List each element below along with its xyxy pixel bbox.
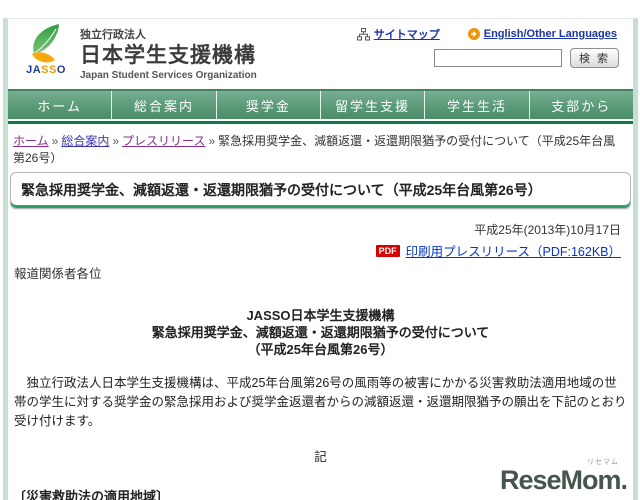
breadcrumb-separator: » xyxy=(51,134,59,148)
search-button[interactable]: 検 索 xyxy=(569,48,619,68)
org-type-label: 独立行政法人 xyxy=(80,29,146,41)
nav-item-branches[interactable]: 支部から xyxy=(528,91,633,119)
global-nav: ホーム 総合案内 奨学金 留学生支援 学生生活 支部から xyxy=(8,89,633,119)
pdf-icon: PDF xyxy=(375,244,400,257)
site-header: JASSO 独立行政法人 日本学生支援機構 Japan Student Serv… xyxy=(8,19,633,89)
page-title: 緊急採用奨学金、減額返還・返還期限猶予の受付について（平成25年台風第26号） xyxy=(10,172,631,209)
document-heading-line3: （平成25年台風第26号） xyxy=(247,341,394,357)
breadcrumb: ホーム» 総合案内» プレスリリース» 緊急採用奨学金、減額返還・返還期限猶予の受付に… xyxy=(8,124,633,166)
breadcrumb-separator: » xyxy=(112,134,120,148)
breadcrumb-link-home[interactable]: ホーム xyxy=(13,134,49,148)
english-languages-link-label: English/Other Languages xyxy=(483,28,617,40)
breadcrumb-separator: » xyxy=(208,134,216,148)
document-heading-line2: 緊急採用奨学金、減額返還・返還期限猶予の受付について xyxy=(151,324,490,340)
document-body-paragraph: 独立行政法人日本学生支援機構は、平成25年台風第26号の風雨等の被害にかかる災害… xyxy=(14,375,627,429)
org-name-label: 日本学生支援機構 xyxy=(80,43,256,67)
sitemap-link[interactable]: サイトマップ xyxy=(356,26,440,42)
search-area: 検 索 xyxy=(433,48,619,68)
publish-date: 平成25年(2013年)10月17日 xyxy=(474,223,621,237)
salutation: 報道関係者各位 xyxy=(14,267,102,281)
sitemap-link-label: サイトマップ xyxy=(373,29,440,41)
jasso-logo-text: JASSO xyxy=(26,64,66,76)
nav-item-international-support[interactable]: 留学生支援 xyxy=(319,91,424,119)
resemom-logo-text: ReseMom. xyxy=(499,465,628,495)
nav-item-student-life[interactable]: 学生生活 xyxy=(424,91,528,119)
nav-item-home[interactable]: ホーム xyxy=(8,91,111,119)
breadcrumb-link-press-release[interactable]: プレスリリース xyxy=(122,134,205,148)
nav-item-general-info[interactable]: 総合案内 xyxy=(111,91,215,119)
document-heading-line1: JASSO日本学生支援機構 xyxy=(246,308,395,323)
jasso-logo[interactable]: JASSO xyxy=(16,23,76,76)
breadcrumb-link-general-info[interactable]: 総合案内 xyxy=(61,134,109,148)
arrow-circle-icon xyxy=(467,28,480,40)
org-names: 独立行政法人 日本学生支援機構 Japan Student Services O… xyxy=(80,29,257,81)
header-utility-links: サイトマップ English/Other Languages xyxy=(356,26,617,42)
sitemap-icon xyxy=(356,27,370,41)
resemom-watermark: リセマム ReseMom. xyxy=(499,457,628,495)
english-languages-link[interactable]: English/Other Languages xyxy=(467,28,617,40)
press-release-pdf-link[interactable]: 印刷用プレスリリース（PDF:162KB） xyxy=(406,241,621,260)
pdf-line: PDF 印刷用プレスリリース（PDF:162KB） xyxy=(8,241,633,260)
page-container: JASSO 独立行政法人 日本学生支援機構 Japan Student Serv… xyxy=(3,18,638,500)
document-heading: JASSO日本学生支援機構 緊急採用奨学金、減額返還・返還期限猶予の受付について… xyxy=(8,308,633,359)
jasso-logo-icon xyxy=(32,24,59,63)
nav-item-scholarship[interactable]: 奨学金 xyxy=(215,91,320,119)
search-input[interactable] xyxy=(433,49,562,67)
org-name-english-label: Japan Student Services Organization xyxy=(80,69,257,81)
